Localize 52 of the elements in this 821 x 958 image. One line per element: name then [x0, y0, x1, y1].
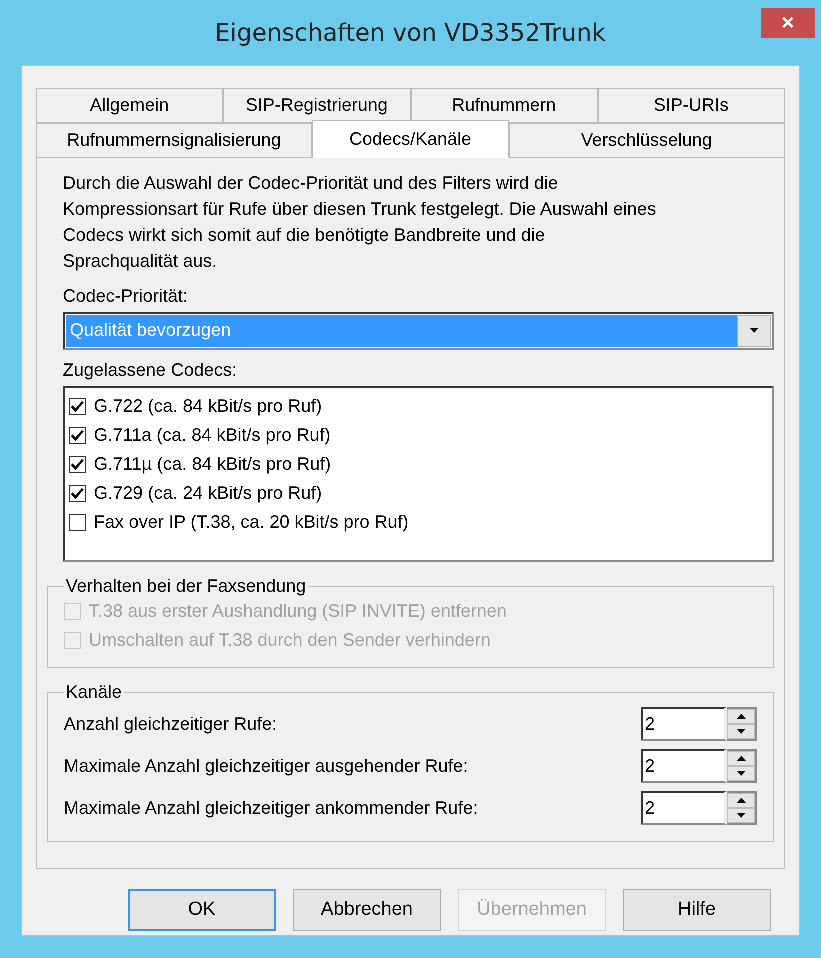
- spin-down-button[interactable]: [727, 724, 755, 739]
- checkbox[interactable]: [69, 426, 86, 444]
- number-field[interactable]: 2: [641, 749, 727, 783]
- field-label: Anzahl gleichzeitiger Rufe:: [64, 713, 278, 736]
- checkbox-label: Umschalten auf T.38 durch den Sender verhindern: [89, 630, 491, 651]
- field-label: Maximale Anzahl gleichzeitiger ausgehender Rufe:: [64, 755, 468, 778]
- checkbox[interactable]: [69, 514, 86, 531]
- down-arrow-icon: [736, 729, 746, 734]
- up-arrow-icon: [736, 798, 746, 803]
- codec-label: Fax over IP (T.38, ca. 20 kBit/s pro Ruf): [94, 512, 409, 533]
- up-arrow-icon: [736, 756, 746, 761]
- checkmark-icon: [71, 458, 84, 470]
- group-title: Verhalten bei der Faxsendung: [65, 576, 308, 597]
- spin-up-button[interactable]: [727, 793, 755, 808]
- codecs-label: Zugelassene Codecs:: [63, 358, 238, 382]
- checkmark-icon: [71, 400, 84, 412]
- checkbox[interactable]: [69, 484, 86, 502]
- codec-label: G.722 (ca. 84 kBit/s pro Ruf): [94, 396, 322, 417]
- spin-down-button[interactable]: [727, 766, 755, 781]
- number-field[interactable]: 2: [641, 791, 727, 825]
- tab[interactable]: Verschlüsselung: [508, 123, 785, 158]
- checkbox[interactable]: [69, 398, 86, 415]
- codec-label: G.711a (ca. 84 kBit/s pro Ruf): [94, 424, 331, 446]
- spin-down-button[interactable]: [727, 808, 755, 823]
- number-field[interactable]: 2: [641, 707, 727, 741]
- up-arrow-icon: [736, 714, 746, 719]
- description-text: Durch die Auswahl der Codec-Priorität und des Filters wird die Kompressionsart für Rufe über diesen Trunk festgelegt. Die Auswahl eines Codecs wirkt sich somit auf die benötigte Bandbreite und die Sprachqualität aus.: [63, 172, 658, 273]
- tab[interactable]: Rufnummernsignalisierung: [36, 123, 312, 158]
- spin-up-button[interactable]: [727, 751, 755, 766]
- codec-priority-label: Codec-Priorität:: [63, 285, 190, 308]
- field-label: Maximale Anzahl gleichzeitiger ankommender Rufe:: [64, 797, 478, 820]
- codec-label: G.729 (ca. 24 kBit/s pro Ruf): [94, 482, 322, 504]
- checkmark-icon: [71, 430, 84, 441]
- tab[interactable]: Rufnummern: [410, 88, 598, 123]
- tab[interactable]: Allgemein: [36, 88, 224, 123]
- dialog-button[interactable]: Hilfe: [623, 889, 771, 931]
- tab[interactable]: SIP-Registrierung: [223, 88, 410, 123]
- dialog-button[interactable]: Abbrechen: [293, 889, 441, 931]
- checkmark-icon: [71, 488, 84, 499]
- checkbox-label: T.38 aus erster Aushandlung (SIP INVITE) entfernen: [89, 601, 507, 622]
- tab[interactable]: Codecs/Kanäle: [312, 120, 509, 158]
- close-button[interactable]: ×: [761, 8, 815, 38]
- down-arrow-icon: [736, 771, 746, 776]
- codec-label: G.711µ (ca. 84 kBit/s pro Ruf): [94, 454, 332, 475]
- window-title: Eigenschaften von VD3352Trunk: [215, 18, 606, 46]
- down-arrow-icon: [736, 813, 746, 818]
- spin-up-button[interactable]: [727, 709, 755, 724]
- dropdown-arrow-icon: [750, 328, 758, 334]
- group-title: Kanäle: [65, 682, 124, 703]
- dialog-button[interactable]: OK: [128, 889, 276, 931]
- tab[interactable]: SIP-URIs: [598, 88, 785, 123]
- checkbox[interactable]: [69, 456, 86, 473]
